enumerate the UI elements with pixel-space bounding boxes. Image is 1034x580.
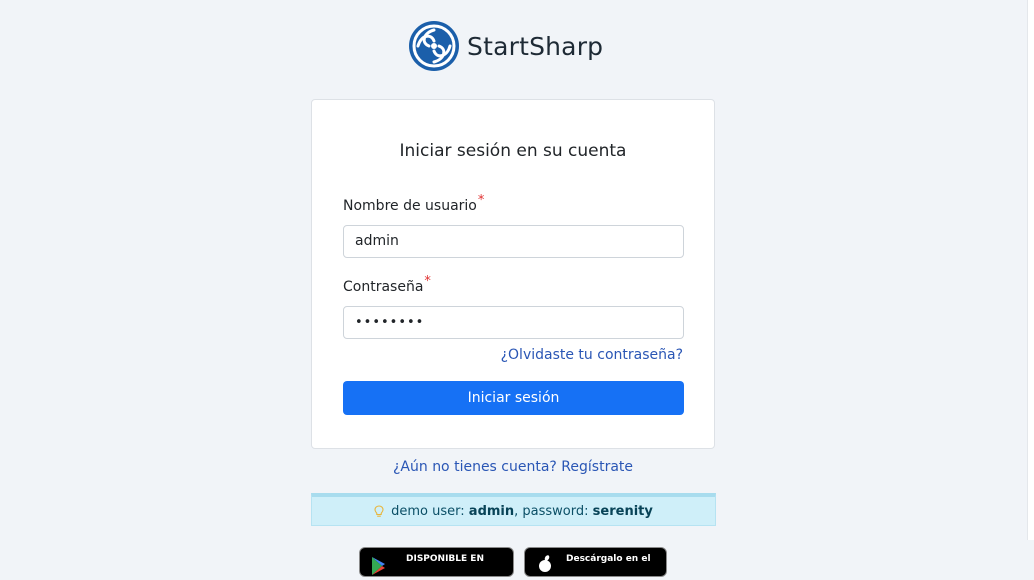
password-input[interactable]: ••••••••	[343, 306, 684, 339]
app-store-text: Descárgalo en el	[566, 554, 651, 564]
demo-middle: , password:	[514, 503, 589, 519]
login-card: Iniciar sesión en su cuenta Nombre de us…	[311, 99, 715, 449]
password-label: Contraseña*	[343, 274, 431, 295]
login-button[interactable]: Iniciar sesión	[343, 381, 684, 415]
google-play-text: DISPONIBLE EN	[406, 554, 484, 564]
google-play-badge[interactable]: DISPONIBLE EN	[359, 547, 514, 577]
username-input[interactable]: admin	[343, 225, 684, 258]
required-mark: *	[424, 274, 431, 289]
google-play-icon	[371, 556, 389, 580]
register-link[interactable]: ¿Aún no tienes cuenta? Regístrate	[311, 459, 715, 475]
brand-header: StartSharp	[409, 20, 603, 72]
forgot-password-link[interactable]: ¿Olvidaste tu contraseña?	[501, 347, 683, 363]
brand-name: StartSharp	[467, 31, 604, 61]
username-label-text: Nombre de usuario	[343, 198, 477, 214]
demo-user: admin	[468, 503, 515, 519]
lightbulb-icon	[374, 504, 384, 518]
demo-password: serenity	[592, 503, 653, 519]
username-label: Nombre de usuario*	[343, 193, 484, 214]
demo-prefix: demo user:	[391, 503, 465, 519]
page-scrollbar[interactable]	[1027, 0, 1034, 540]
login-title: Iniciar sesión en su cuenta	[399, 141, 627, 161]
app-store-badge[interactable]: Descárgalo en el	[524, 547, 667, 577]
demo-credentials-alert: demo user: admin, password: serenity	[311, 493, 716, 526]
password-label-text: Contraseña	[343, 279, 424, 295]
startsharp-logo-icon	[409, 21, 459, 71]
apple-icon	[537, 555, 553, 577]
required-mark: *	[477, 193, 485, 208]
